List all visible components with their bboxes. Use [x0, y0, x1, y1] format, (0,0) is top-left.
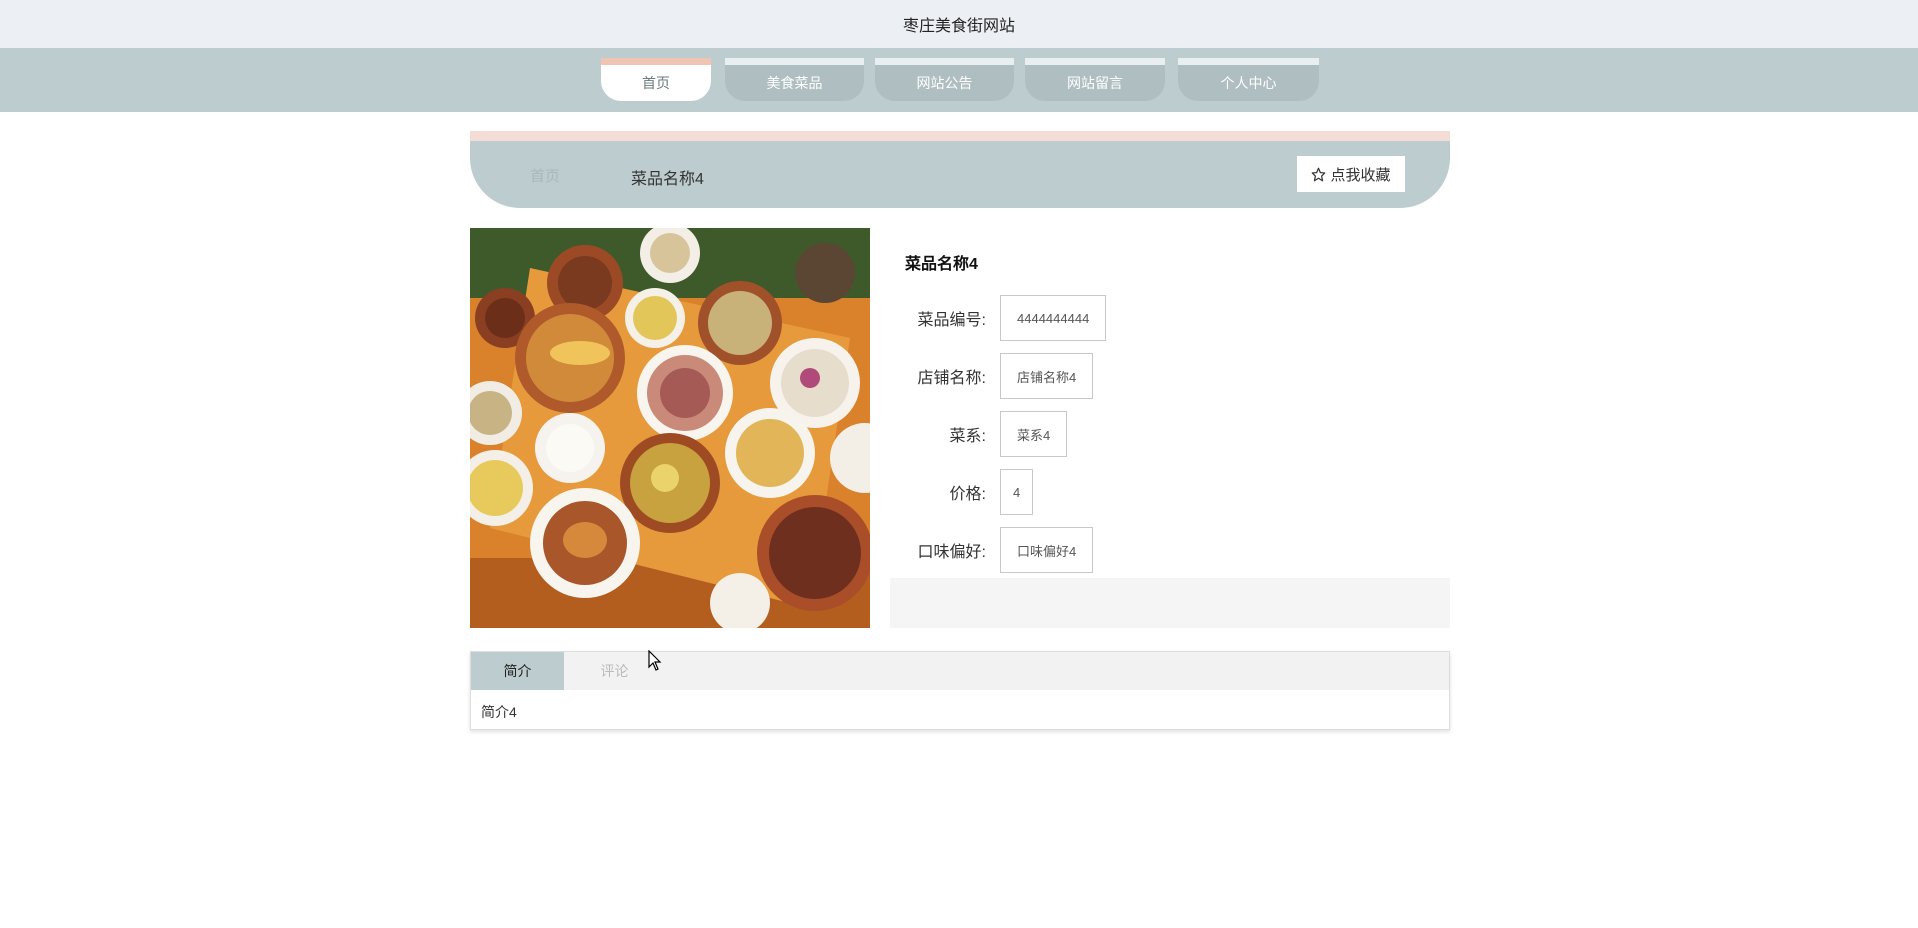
info-tabs: 简介 评论 简介4	[470, 651, 1450, 730]
favorite-button[interactable]: 点我收藏	[1297, 156, 1405, 192]
nav-item-home[interactable]: 首页	[601, 58, 711, 101]
field-label: 口味偏好:	[917, 544, 986, 561]
site-title: 枣庄美食街网站	[0, 0, 1918, 48]
nav-item-label: 个人中心	[1220, 75, 1277, 91]
field-row-shop: 店铺名称: 店铺名称4	[890, 353, 1094, 399]
field-label: 店铺名称:	[917, 370, 986, 387]
nav-item-label: 首页	[642, 75, 670, 91]
nav-item-message[interactable]: 网站留言	[1025, 58, 1165, 101]
main-nav: 首页 美食菜品 网站公告 网站留言 个人中心	[0, 48, 1918, 112]
tabs-header: 简介 评论	[471, 652, 1449, 690]
favorite-button-label: 点我收藏	[1330, 166, 1391, 184]
field-row-price: 价格: 4	[890, 469, 1034, 515]
mouse-cursor-icon	[648, 650, 662, 671]
field-value-cuisine: 菜系4	[1000, 411, 1068, 457]
product-detail: 菜品名称4 菜品编号: 4444444444 店铺名称: 店铺名称4 菜系: 菜…	[890, 228, 1450, 628]
field-value-price: 4	[1000, 469, 1034, 515]
field-value-code: 4444444444	[1000, 295, 1107, 341]
nav-item-profile[interactable]: 个人中心	[1178, 58, 1319, 101]
field-label: 价格:	[949, 486, 986, 503]
field-row-cuisine: 菜系: 菜系4	[890, 411, 1068, 457]
tab-label: 评论	[600, 663, 629, 679]
nav-item-label: 美食菜品	[766, 75, 823, 91]
star-icon	[1312, 167, 1326, 181]
breadcrumb-current: 菜品名称4	[631, 171, 704, 188]
tab-intro[interactable]: 简介	[471, 652, 564, 690]
nav-item-notice[interactable]: 网站公告	[875, 58, 1014, 101]
field-label: 菜品编号:	[917, 312, 986, 329]
detail-footer-area	[890, 578, 1450, 628]
tab-content: 简介4	[481, 704, 517, 720]
field-value-taste: 口味偏好4	[1000, 527, 1094, 573]
site-title-text: 枣庄美食街网站	[902, 18, 1015, 35]
field-value-shop: 店铺名称4	[1000, 353, 1094, 399]
field-row-taste: 口味偏好: 口味偏好4	[890, 527, 1094, 573]
nav-item-label: 网站留言	[1067, 75, 1123, 91]
field-label: 菜系:	[949, 428, 986, 445]
tab-label: 简介	[503, 663, 532, 679]
food-photo	[470, 228, 870, 628]
nav-item-food[interactable]: 美食菜品	[725, 58, 864, 101]
nav-item-label: 网站公告	[916, 75, 973, 91]
breadcrumb: 首页 菜品名称4 点我收藏	[470, 131, 1450, 208]
field-row-code: 菜品编号: 4444444444	[890, 295, 1107, 341]
breadcrumb-home-link[interactable]: 首页	[530, 165, 560, 186]
product-title: 菜品名称4	[905, 256, 978, 273]
